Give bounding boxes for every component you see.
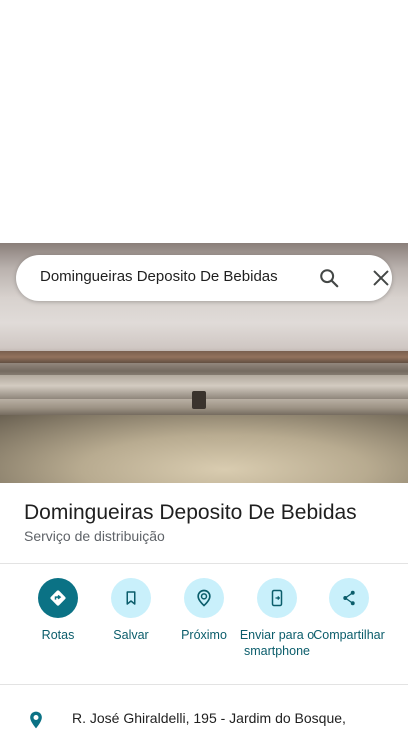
save-label: Salvar [113, 628, 149, 642]
share-icon [329, 578, 369, 618]
address-row[interactable]: R. José Ghiraldelli, 195 - Jardim do Bos… [0, 700, 408, 729]
address-text: R. José Ghiraldelli, 195 - Jardim do Bos… [72, 710, 346, 726]
place-category: Serviço de distribuição [24, 528, 165, 544]
photo-sill [0, 351, 408, 363]
nearby-icon [184, 578, 224, 618]
share-label: Compartilhar [313, 628, 385, 642]
place-title: Domingueiras Deposito De Bebidas [24, 501, 357, 524]
divider [0, 563, 408, 564]
blank-area [0, 0, 408, 243]
send-to-phone-button[interactable]: Enviar para o smartphone [237, 578, 317, 659]
send-to-phone-label: Enviar para o smartphone [239, 628, 315, 658]
search-bar[interactable]: Domingueiras Deposito De Bebidas [16, 255, 392, 301]
directions-button[interactable]: Rotas [18, 578, 98, 643]
divider [0, 684, 408, 685]
bookmark-icon [111, 578, 151, 618]
search-query[interactable]: Domingueiras Deposito De Bebidas [40, 268, 278, 285]
photo-door [0, 415, 408, 483]
save-button[interactable]: Salvar [91, 578, 171, 643]
location-pin-icon [26, 710, 46, 730]
search-icon[interactable] [318, 267, 340, 289]
nearby-label: Próximo [181, 628, 227, 642]
photo-clip [192, 391, 206, 409]
nearby-button[interactable]: Próximo [164, 578, 244, 643]
share-button[interactable]: Compartilhar [309, 578, 389, 643]
directions-icon [38, 578, 78, 618]
close-icon[interactable] [370, 267, 392, 289]
directions-label: Rotas [41, 628, 75, 642]
send-to-phone-icon [257, 578, 297, 618]
